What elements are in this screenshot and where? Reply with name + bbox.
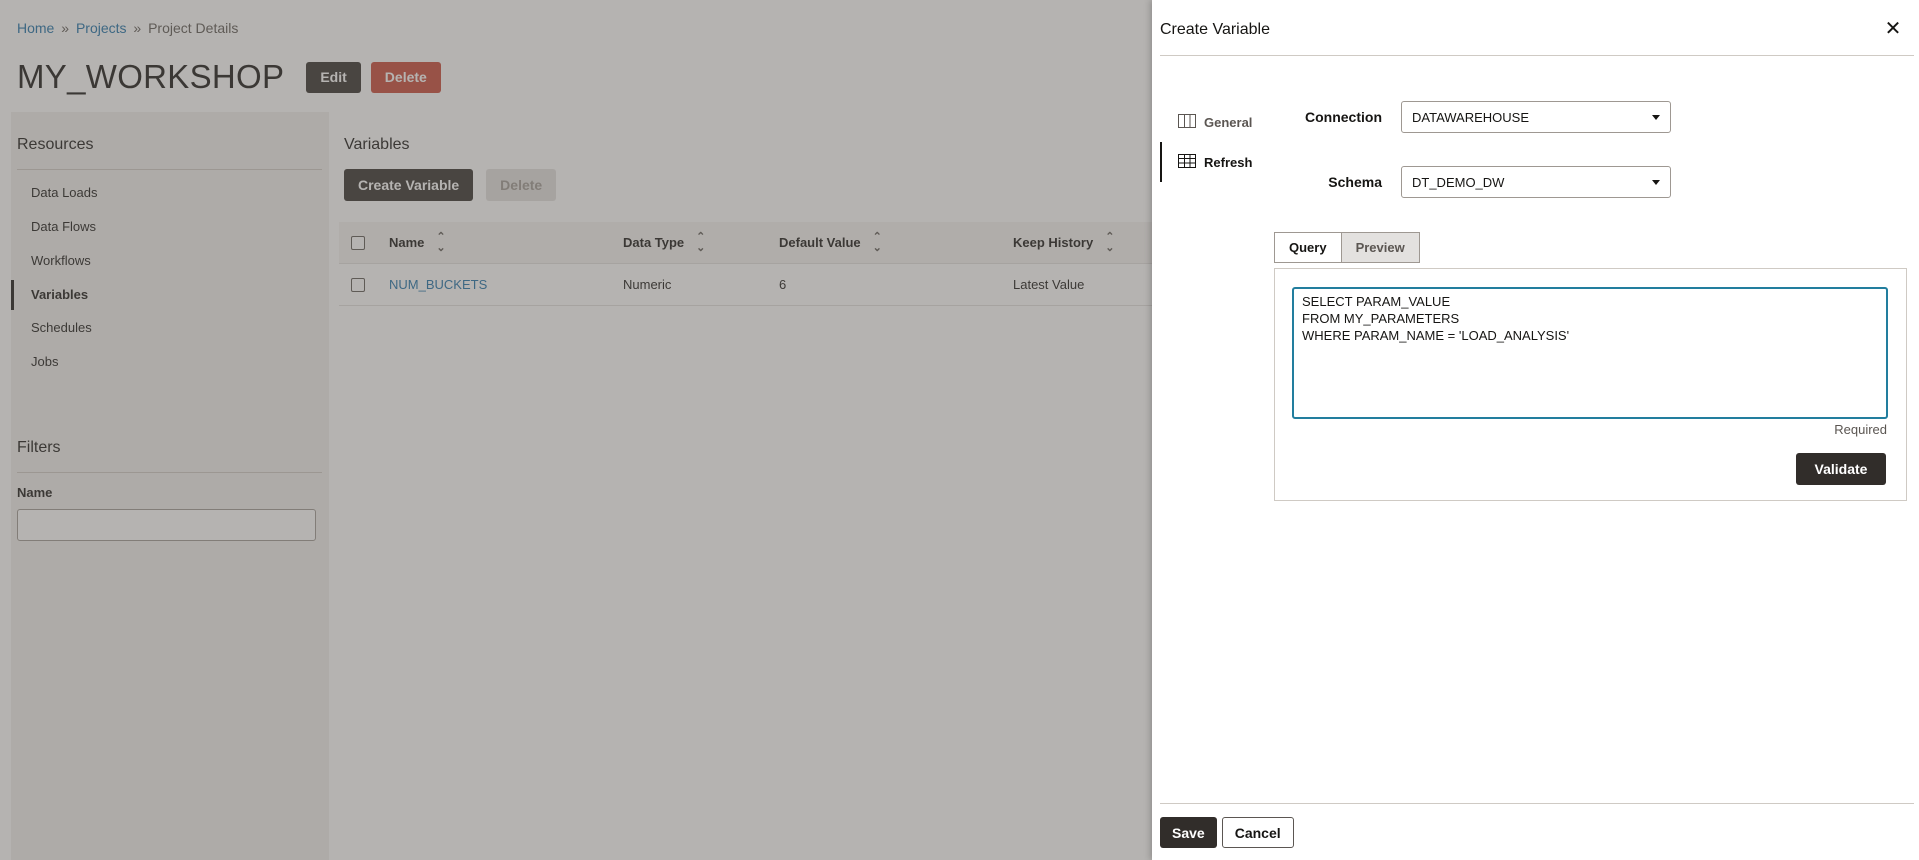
drawer-title: Create Variable (1160, 21, 1270, 38)
divider (1160, 803, 1914, 804)
chevron-down-icon (1652, 179, 1660, 185)
table-icon (1178, 153, 1204, 171)
drawer-nav-general[interactable]: General (1160, 102, 1280, 142)
drawer-nav-label: Refresh (1204, 154, 1253, 170)
divider (1160, 55, 1914, 56)
query-textarea[interactable]: SELECT PARAM_VALUE FROM MY_PARAMETERS WH… (1292, 287, 1888, 419)
columns-icon (1178, 113, 1204, 131)
tab-preview[interactable]: Preview (1341, 232, 1420, 263)
connection-select[interactable]: DATAWAREHOUSE (1401, 101, 1671, 133)
cancel-button[interactable]: Cancel (1221, 817, 1294, 848)
query-tabs: Query Preview (1274, 232, 1420, 263)
query-panel: SELECT PARAM_VALUE FROM MY_PARAMETERS WH… (1274, 268, 1907, 501)
schema-value: DT_DEMO_DW (1412, 174, 1505, 190)
validate-button[interactable]: Validate (1796, 453, 1886, 485)
drawer-nav-refresh[interactable]: Refresh (1160, 142, 1280, 182)
connection-label: Connection (1305, 109, 1382, 125)
close-icon[interactable]: ✕ (1882, 18, 1904, 40)
drawer-nav-label: General (1204, 114, 1253, 130)
save-button[interactable]: Save (1160, 817, 1217, 848)
schema-select[interactable]: DT_DEMO_DW (1401, 166, 1671, 198)
connection-value: DATAWAREHOUSE (1412, 109, 1530, 125)
required-hint: Required (1834, 422, 1887, 437)
schema-label: Schema (1328, 174, 1382, 190)
chevron-down-icon (1652, 114, 1660, 120)
tab-query[interactable]: Query (1274, 232, 1342, 263)
modal-backdrop[interactable] (0, 0, 1152, 860)
drawer-footer: Save Cancel (1160, 817, 1294, 848)
create-variable-drawer: Create Variable ✕ General Refresh Connec… (1152, 0, 1919, 860)
